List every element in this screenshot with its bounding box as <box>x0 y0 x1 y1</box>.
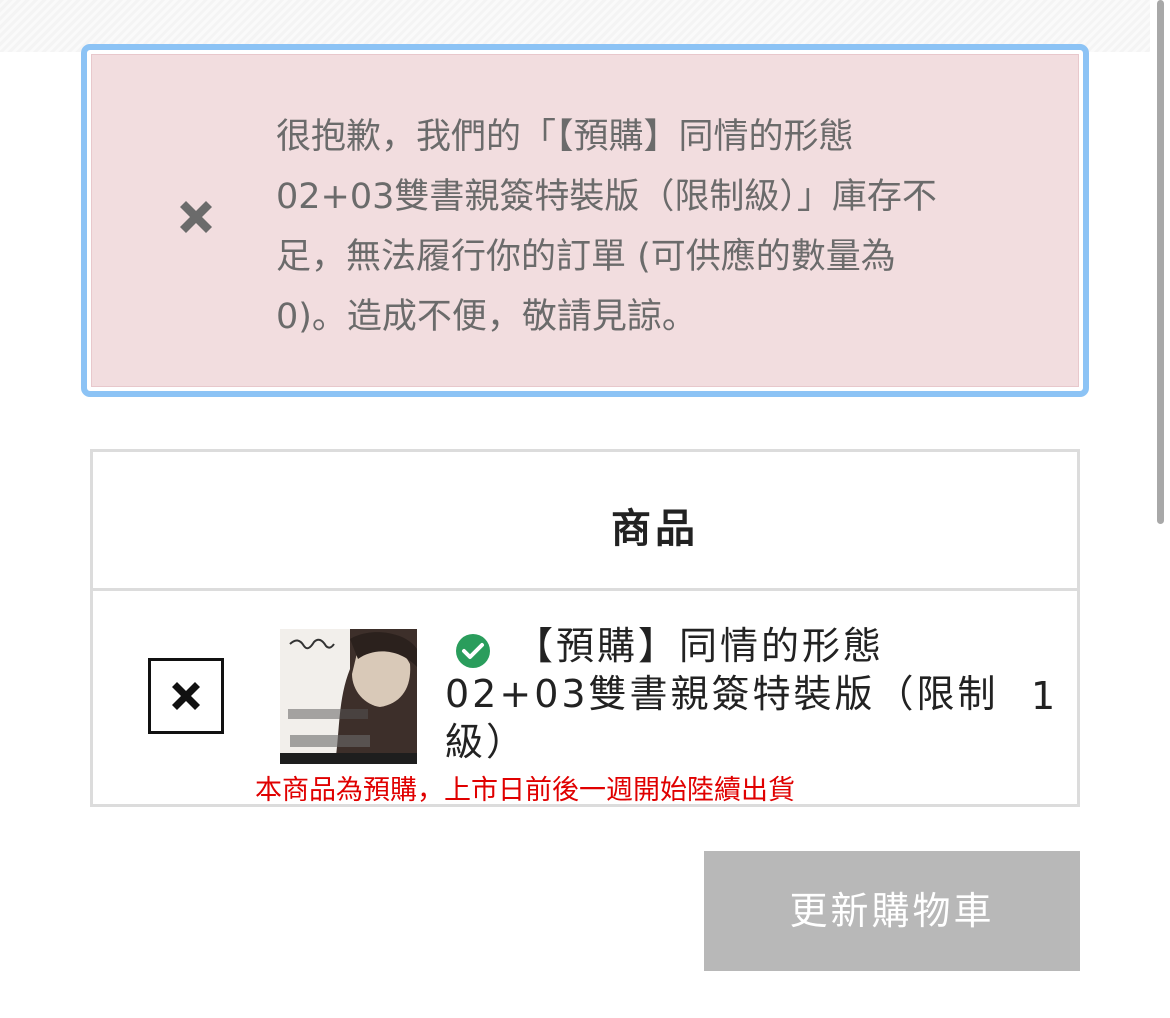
item-quantity: 1 <box>1031 674 1056 718</box>
cart-table: 商品 【預購】同情的形態 02+03雙書親簽特裝版（限制級） 1 本商品為預購，… <box>90 449 1080 807</box>
scrollbar-thumb[interactable] <box>1157 0 1164 524</box>
preorder-note: 本商品為預購，上市日前後一週開始陸續出貨 <box>255 775 795 806</box>
cart-page: 很抱歉，我們的「【預購】同情的形態 02+03雙書親簽特裝版（限制級）」庫存不 … <box>0 0 1170 1018</box>
update-cart-button[interactable]: 更新購物車 <box>704 851 1080 971</box>
remove-item-button[interactable] <box>148 658 224 734</box>
close-icon <box>180 201 212 233</box>
product-name-link[interactable]: 【預購】同情的形態 02+03雙書親簽特裝版（限制級） <box>445 622 1020 766</box>
error-notice-body: 很抱歉，我們的「【預購】同情的形態 02+03雙書親簽特裝版（限制級）」庫存不 … <box>91 54 1079 387</box>
close-icon <box>172 682 200 710</box>
product-thumbnail[interactable] <box>280 629 417 764</box>
scrollbar[interactable] <box>1150 0 1170 1018</box>
product-column-header: 商品 <box>611 506 699 552</box>
cart-table-header: 商品 <box>93 452 1077 591</box>
stock-error-notice: 很抱歉，我們的「【預購】同情的形態 02+03雙書親簽特裝版（限制級）」庫存不 … <box>81 44 1089 397</box>
error-message: 很抱歉，我們的「【預購】同情的形態 02+03雙書親簽特裝版（限制級）」庫存不 … <box>276 117 937 337</box>
